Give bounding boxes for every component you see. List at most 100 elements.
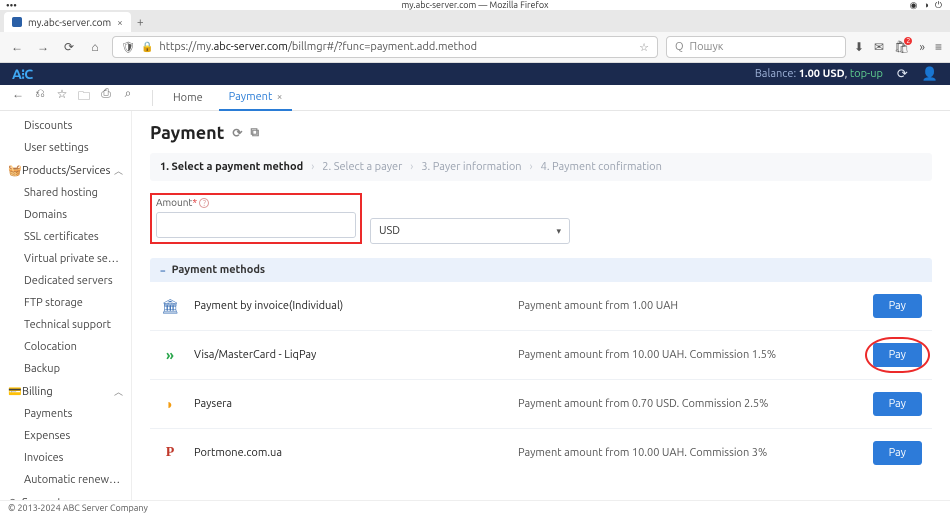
tab-payment-label: Payment <box>229 91 273 103</box>
close-icon[interactable]: × <box>117 17 123 28</box>
sidebar-item-dedicated[interactable]: Dedicated servers <box>0 270 131 292</box>
forward-button[interactable]: → <box>34 40 52 54</box>
wizard-steps: 1. Select a payment method › 2. Select a… <box>150 153 932 181</box>
sub-toolbar: ← ⎌ ☆ 🗀 ⎙ ⌕ Home Payment × <box>0 85 950 111</box>
overflow-icon[interactable]: » <box>919 41 925 54</box>
sidebar-item-ssl[interactable]: SSL certificates <box>0 226 131 248</box>
currency-select[interactable]: USD ▾ <box>370 218 570 244</box>
tray-icon[interactable]: ⏻ <box>935 0 942 11</box>
currency-value: USD <box>379 225 400 237</box>
sidebar-item-expenses[interactable]: Expenses <box>0 425 131 447</box>
footer-copyright: © 2013-2024 ABC Server Company <box>0 500 950 515</box>
pay-button[interactable]: Pay <box>873 441 922 465</box>
window-title: my.abc-server.com — Mozilla Firefox <box>401 0 548 10</box>
sidebar-item-user-settings[interactable]: User settings <box>0 137 131 159</box>
folder-icon[interactable]: 🗀 <box>76 87 92 108</box>
separator <box>152 90 153 106</box>
app-header: A⁝C Balance: 1.00 USD, top-up ⟳ 👤 <box>0 63 950 85</box>
browser-tab[interactable]: my.abc-server.com × <box>4 12 131 32</box>
reload-button[interactable]: ⟳ <box>60 40 78 54</box>
payment-method-name: Visa/MasterCard - LiqPay <box>194 349 504 361</box>
paysera-icon: ◗ <box>160 394 180 414</box>
back-button[interactable]: ← <box>8 40 26 54</box>
mail-icon[interactable]: ✉ <box>874 40 884 54</box>
sidebar-item-invoices[interactable]: Invoices <box>0 447 131 469</box>
sidebar-group-billing[interactable]: 💳 Billing ︿ <box>0 380 131 403</box>
amount-label: Amount* ? <box>156 197 356 208</box>
search-placeholder: Пошук <box>690 41 724 53</box>
address-bar: ← → ⟳ ⌂ 🛡 🔒 https://my.abc-server.com/bi… <box>0 32 950 62</box>
extension-icon[interactable]: 🛍2 <box>894 40 909 54</box>
sidebar-group-products[interactable]: 🧺 Products/Services ︿ <box>0 159 131 182</box>
chevron-right-icon: › <box>311 161 314 173</box>
payment-method-row: P Portmone.com.ua Payment amount from 10… <box>150 429 932 477</box>
pay-button[interactable]: Pay <box>873 343 922 367</box>
balance: Balance: 1.00 USD, top-up <box>755 68 883 80</box>
tab-home[interactable]: Home <box>163 86 213 110</box>
search-icon[interactable]: ⌕ <box>120 87 136 108</box>
payment-methods-header[interactable]: − Payment methods <box>150 258 932 282</box>
sidebar-item-domains[interactable]: Domains <box>0 204 131 226</box>
system-tray: ◉ ◑ ⏻ <box>910 0 942 11</box>
sidebar-item-shared-hosting[interactable]: Shared hosting <box>0 182 131 204</box>
chevron-right-icon: › <box>410 161 413 173</box>
sidebar-item-payments[interactable]: Payments <box>0 403 131 425</box>
step-3: 3. Payer information <box>421 161 521 173</box>
sidebar-item-ftp[interactable]: FTP storage <box>0 292 131 314</box>
tab-home-label: Home <box>173 92 203 104</box>
bookmark-star-icon[interactable]: ☆ <box>639 41 649 54</box>
home-button[interactable]: ⌂ <box>86 40 104 54</box>
search-box[interactable]: Q Пошук <box>666 36 846 58</box>
refresh-icon[interactable]: ⟳ <box>232 126 242 140</box>
user-icon[interactable]: 👤 <box>922 67 938 82</box>
pay-button[interactable]: Pay <box>873 392 922 416</box>
info-icon[interactable]: ? <box>199 198 209 208</box>
sidebar: Discounts User settings 🧺 Products/Servi… <box>0 111 132 502</box>
sidebar-item-colocation[interactable]: Colocation <box>0 336 131 358</box>
back-icon[interactable]: ← <box>10 87 26 108</box>
pay-button[interactable]: Pay <box>873 294 922 318</box>
chevron-up-icon: ︿ <box>114 164 123 177</box>
sidebar-group-label: Products/Services <box>22 165 110 177</box>
sidebar-item-auto-renew[interactable]: Automatic renewal of ser… <box>0 469 131 491</box>
sidebar-item-backup[interactable]: Backup <box>0 358 131 380</box>
close-icon[interactable]: × <box>277 91 283 102</box>
help-icon[interactable]: ⟳ <box>897 67 908 82</box>
amount-highlight: Amount* ? <box>150 193 362 244</box>
tray-icon[interactable]: ◉ <box>910 0 918 11</box>
payment-method-name: Portmone.com.ua <box>194 447 504 459</box>
bank-icon: 🏛 <box>160 296 180 316</box>
sidebar-item-tech-support[interactable]: Technical support <box>0 314 131 336</box>
sidebar-item-vps[interactable]: Virtual private servers <box>0 248 131 270</box>
url-path: /billmgr#/?func=payment.add.method <box>288 41 477 53</box>
star-icon[interactable]: ☆ <box>54 87 70 108</box>
payment-method-desc: Payment amount from 1.00 UAH <box>518 300 859 312</box>
url-host: abc-server.com <box>214 41 288 53</box>
new-tab-button[interactable]: + <box>131 13 150 32</box>
topup-link[interactable]: top-up <box>850 68 883 80</box>
step-1[interactable]: 1. Select a payment method <box>160 161 303 173</box>
liqpay-icon: » <box>160 345 180 365</box>
browser-chrome: my.abc-server.com × + ← → ⟳ ⌂ 🛡 🔒 https:… <box>0 10 950 63</box>
tray-icon[interactable]: ◑ <box>923 0 928 11</box>
page-title-text: Payment <box>150 123 224 143</box>
logo[interactable]: A⁝C <box>12 66 32 83</box>
download-icon[interactable]: ⬇ <box>854 40 864 54</box>
pay-highlight: Pay <box>873 343 922 367</box>
chevron-right-icon: › <box>530 161 533 173</box>
sidebar-item-discounts[interactable]: Discounts <box>0 115 131 137</box>
basket-icon: 🧺 <box>8 164 22 177</box>
amount-input[interactable] <box>156 212 356 238</box>
bookmark-icon[interactable]: ⎌ <box>32 87 48 108</box>
url-box[interactable]: 🛡 🔒 https://my.abc-server.com/billmgr#/?… <box>112 36 658 58</box>
step-4: 4. Payment confirmation <box>541 161 662 173</box>
payment-method-name: Paysera <box>194 398 504 410</box>
payment-method-row: 🏛 Payment by invoice(Individual) Payment… <box>150 282 932 331</box>
popout-icon[interactable]: ⧉ <box>250 126 259 140</box>
balance-value: 1.00 USD <box>799 68 845 80</box>
print-icon[interactable]: ⎙ <box>98 87 114 108</box>
tab-title: my.abc-server.com <box>28 17 111 28</box>
payment-method-row: ◗ Paysera Payment amount from 0.70 USD. … <box>150 380 932 429</box>
tab-payment[interactable]: Payment × <box>219 85 293 111</box>
menu-icon[interactable]: ≡ <box>935 40 942 54</box>
